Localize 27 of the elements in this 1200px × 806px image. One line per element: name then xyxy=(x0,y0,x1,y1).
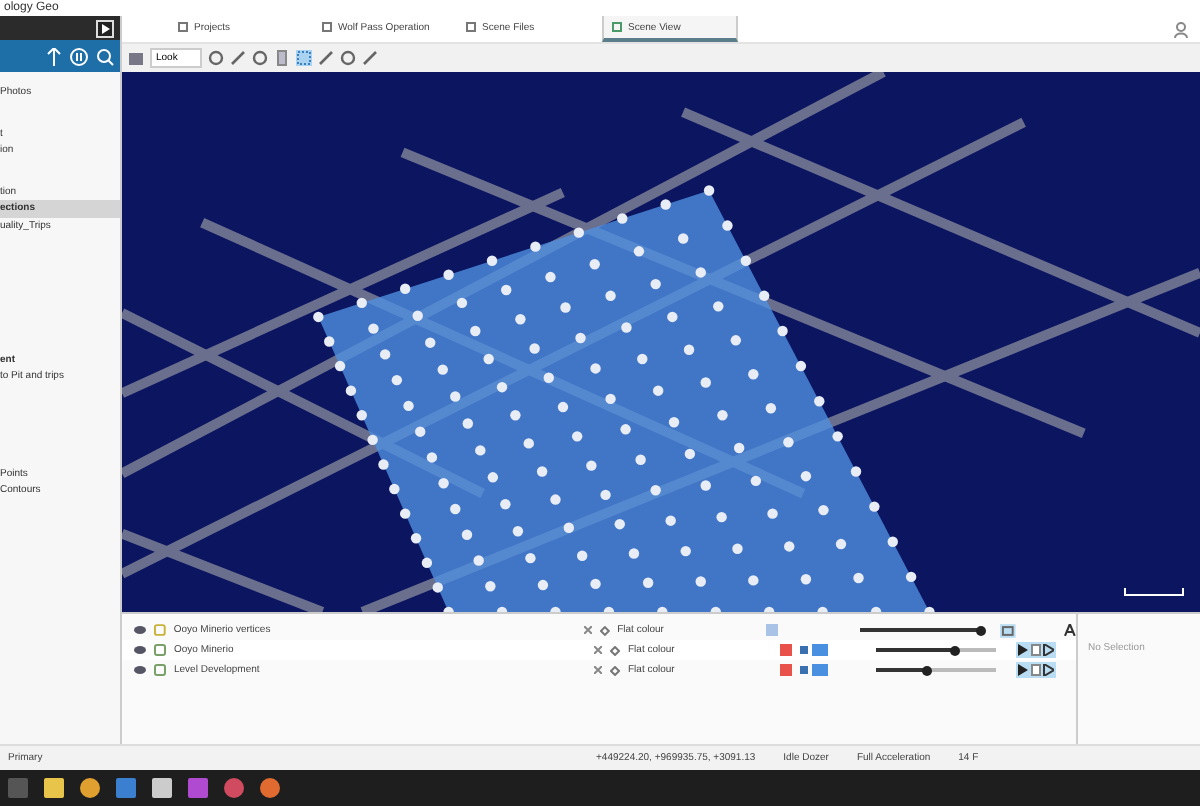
eye-icon[interactable] xyxy=(134,666,146,674)
play-icon xyxy=(100,23,110,33)
pause-icon[interactable] xyxy=(70,47,88,65)
tab-icon xyxy=(322,22,332,32)
colour-swatch[interactable] xyxy=(780,664,792,676)
eye-icon[interactable] xyxy=(134,626,146,634)
up-arrow-icon[interactable] xyxy=(46,47,62,65)
close-icon[interactable] xyxy=(594,666,602,674)
opacity-slider[interactable] xyxy=(860,624,981,636)
select-icon[interactable] xyxy=(296,50,312,66)
close-icon[interactable] xyxy=(594,646,602,654)
tab-icon xyxy=(466,22,476,32)
eye-icon[interactable] xyxy=(134,646,146,654)
playback-controls[interactable] xyxy=(1016,642,1056,658)
user-icon[interactable] xyxy=(1174,21,1188,37)
scale-bar-icon xyxy=(1124,588,1184,596)
tab-icon xyxy=(612,22,622,32)
colour-swatch[interactable] xyxy=(765,624,778,636)
colour-map-icon xyxy=(800,664,828,676)
search-icon[interactable] xyxy=(96,47,114,65)
tab-icon xyxy=(178,22,188,32)
close-icon[interactable] xyxy=(583,626,592,634)
play-button[interactable] xyxy=(96,19,114,37)
text-label-icon[interactable] xyxy=(1064,624,1076,636)
playback-controls[interactable] xyxy=(1016,662,1056,678)
colour-swatch[interactable] xyxy=(780,644,792,656)
colour-map-icon xyxy=(800,644,828,656)
